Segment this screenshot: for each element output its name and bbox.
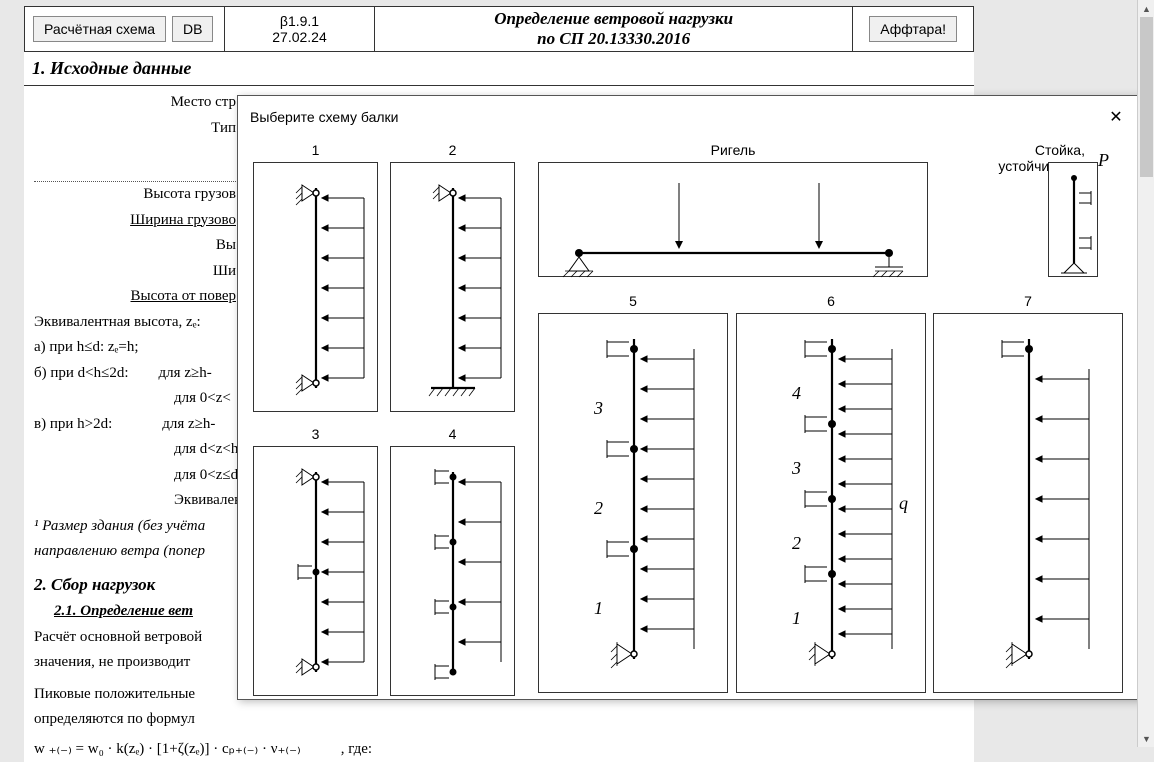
topbar: Расчётная схема DB β1.9.1 27.02.24 Опред…: [24, 6, 974, 52]
title-line-1: Определение ветровой нагрузки: [494, 9, 733, 29]
scheme-stability[interactable]: [1048, 162, 1098, 277]
case-b: б) при d<h≤2d:: [34, 365, 129, 381]
s5-3: 3: [593, 398, 603, 418]
case-c3: для 0<z≤d: [174, 467, 238, 483]
author-button[interactable]: Аффтара!: [869, 16, 957, 42]
svg-text:4: 4: [792, 383, 801, 403]
case-b2: для 0<z<: [174, 390, 231, 406]
h-surface-label: Высота от повер: [34, 284, 244, 310]
topbar-left: Расчётная схема DB: [25, 7, 225, 51]
dialog-body: 1 2 Ригель Стойка, устойчивость 3 4 5 6 …: [238, 138, 1143, 698]
p4: определяются по формул: [34, 707, 964, 733]
case-c2: для d<z<h: [174, 441, 238, 457]
s5-1: 1: [594, 598, 603, 618]
scheme-4[interactable]: [390, 446, 515, 696]
where-label: , где:: [301, 741, 372, 757]
scheme-stoika-label-1: Стойка,: [1035, 142, 1085, 158]
db-button[interactable]: DB: [172, 16, 213, 42]
svg-text:2: 2: [792, 533, 801, 553]
scheme-5-label: 5: [538, 293, 728, 309]
w-short-label: Ши: [34, 259, 244, 285]
topbar-version: β1.9.1 27.02.24: [225, 7, 375, 51]
dialog-title: Выберите схему балки: [250, 109, 398, 125]
scheme-5[interactable]: 1 2 3: [538, 313, 728, 693]
scheme-2[interactable]: [390, 162, 515, 412]
P-annotation: P: [1098, 150, 1109, 171]
scheme-6[interactable]: 1 2 3 4 q: [736, 313, 926, 693]
date-text: 27.02.24: [272, 29, 327, 45]
case-b1: для z≥h-: [159, 365, 212, 381]
scheme-1[interactable]: [253, 162, 378, 412]
dialog-titlebar: Выберите схему балки ✕: [238, 96, 1143, 138]
scheme-7-label: 7: [933, 293, 1123, 309]
scheme-3[interactable]: [253, 446, 378, 696]
calc-scheme-button[interactable]: Расчётная схема: [33, 16, 166, 42]
svg-text:1: 1: [792, 608, 801, 628]
case-c1: для z≥h-: [162, 416, 215, 432]
version-text: β1.9.1: [280, 13, 319, 29]
formula: w ₊₍₋₎ = w₀ · k(zₑ) · [1+ζ(zₑ)] · cₚ₊₍₋₎…: [34, 741, 301, 757]
svg-text:3: 3: [791, 458, 801, 478]
scheme-3-label: 3: [253, 426, 378, 442]
s5-2: 2: [594, 498, 603, 518]
case-c: в) при h>2d:: [34, 416, 112, 432]
scheme-6-label: 6: [736, 293, 926, 309]
scheme-1-label: 1: [253, 142, 378, 158]
h-load-label: Высота грузов: [34, 182, 244, 208]
topbar-right: Аффтара!: [853, 7, 973, 51]
section-1-heading: 1. Исходные данные: [24, 52, 974, 86]
beam-scheme-dialog: Выберите схему балки ✕ 1 2 Ригель Стойка…: [237, 95, 1144, 700]
type-label: Тип: [34, 116, 244, 142]
vertical-scrollbar[interactable]: ▲ ▼: [1137, 0, 1154, 747]
scheme-7[interactable]: [933, 313, 1123, 693]
w-load-label: Ширина грузово: [34, 208, 244, 234]
close-icon[interactable]: ✕: [1101, 104, 1131, 130]
scroll-thumb[interactable]: [1140, 17, 1153, 177]
eq-short: Эквивален: [174, 492, 242, 508]
scheme-rigel[interactable]: [538, 162, 928, 277]
topbar-title: Определение ветровой нагрузки по СП 20.1…: [375, 7, 853, 51]
scheme-2-label: 2: [390, 142, 515, 158]
svg-text:q: q: [899, 493, 908, 513]
title-line-2: по СП 20.13330.2016: [537, 29, 690, 49]
scheme-rigel-label: Ригель: [538, 142, 928, 158]
h-short-label: Вы: [34, 233, 244, 259]
scroll-up-icon[interactable]: ▲: [1138, 0, 1154, 17]
scroll-down-icon[interactable]: ▼: [1138, 730, 1154, 747]
scheme-4-label: 4: [390, 426, 515, 442]
loc-label: Место стр: [34, 90, 244, 116]
